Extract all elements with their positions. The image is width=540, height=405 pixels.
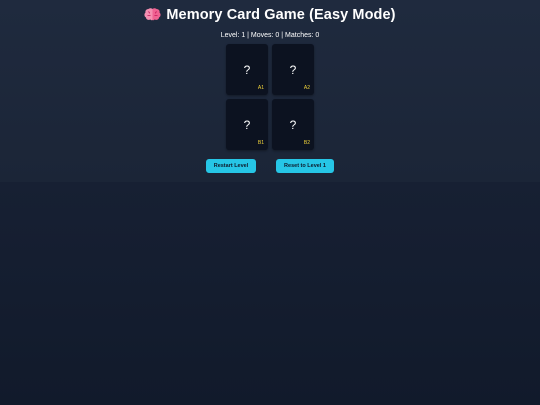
card-b1[interactable]: ? B1 [226,99,268,150]
reset-to-level-1-button[interactable]: Reset to Level 1 [276,159,334,173]
card-a2[interactable]: ? A2 [272,44,314,95]
card-a1[interactable]: ? A1 [226,44,268,95]
brain-icon [144,8,161,21]
game-stats: Level: 1 | Moves: 0 | Matches: 0 [220,32,320,39]
card-label: B1 [257,140,264,146]
restart-level-button[interactable]: Restart Level [206,159,256,173]
card-label: A2 [303,85,310,91]
card-label: B2 [303,140,310,146]
card-label: A1 [257,85,264,91]
title-text: Memory Card Game (Easy Mode) [166,7,396,23]
card-b2[interactable]: ? B2 [272,99,314,150]
page-title: Memory Card Game (Easy Mode) [0,7,540,23]
card-grid: ? A1 ? A2 ? B1 ? B2 [226,44,314,150]
